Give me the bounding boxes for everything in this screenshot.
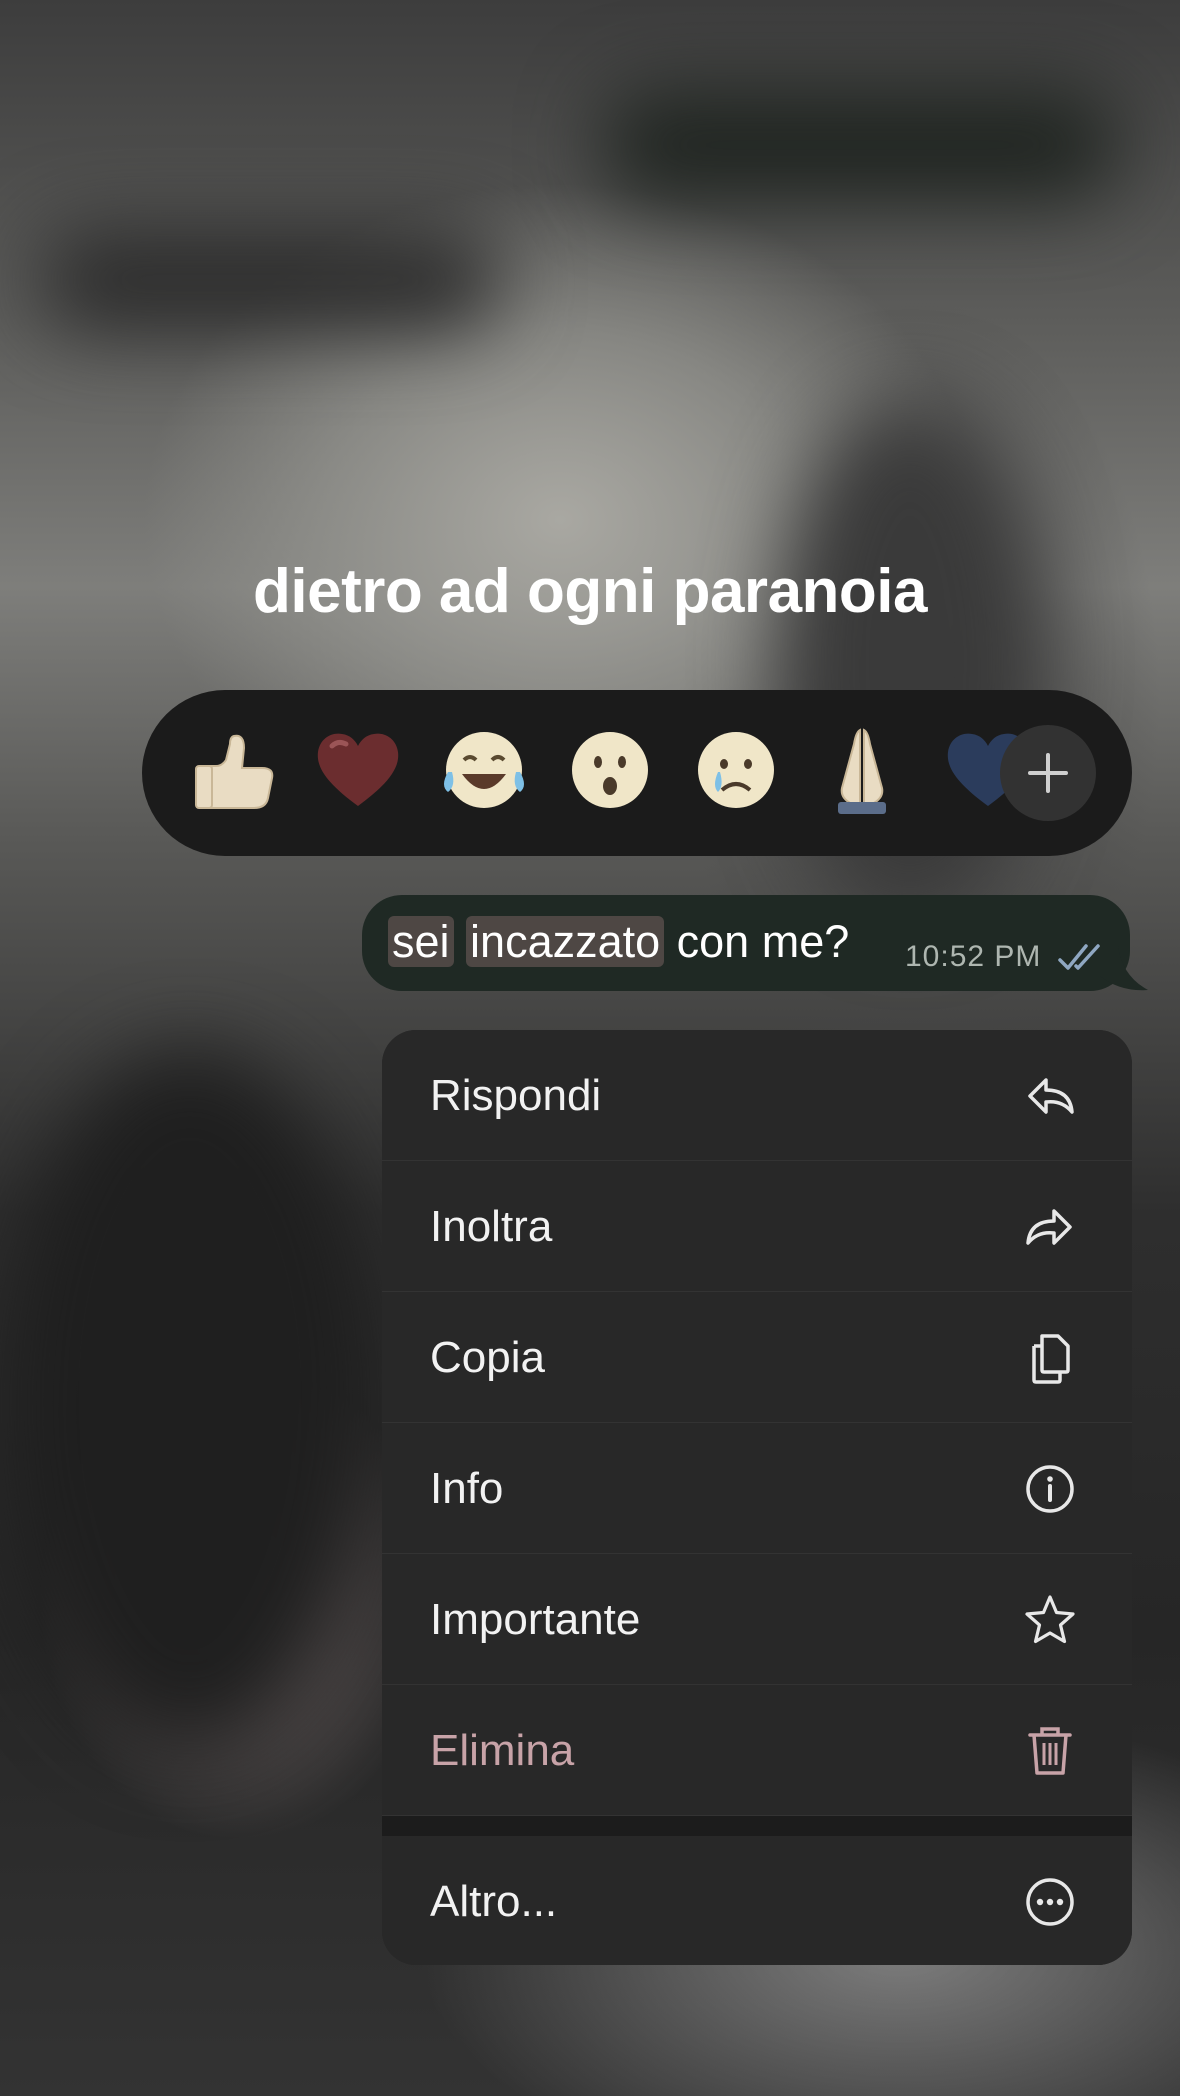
message-rest: con me? [664, 916, 850, 967]
menu-item-more[interactable]: Altro... [382, 1836, 1132, 1965]
highlighted-word: sei [388, 916, 454, 967]
thumbs-up-icon[interactable] [182, 720, 282, 820]
message-text: sei incazzato con me? [388, 912, 849, 972]
context-menu: Rispondi Inoltra Copia Info Importante E… [382, 1030, 1132, 1965]
menu-separator [382, 1816, 1132, 1836]
menu-item-delete[interactable]: Elimina [382, 1685, 1132, 1816]
folded-hands-icon[interactable] [812, 720, 912, 820]
highlighted-word: incazzato [466, 916, 665, 967]
reply-icon [1028, 1078, 1074, 1114]
menu-item-forward[interactable]: Inoltra [382, 1161, 1132, 1292]
add-reaction-button[interactable] [1000, 725, 1096, 821]
menu-item-label: Inoltra [430, 1202, 553, 1251]
more-icon [1026, 1878, 1074, 1926]
plus-icon [1028, 753, 1068, 793]
menu-item-label: Elimina [430, 1726, 575, 1775]
forward-icon [1026, 1209, 1072, 1245]
menu-item-reply[interactable]: Rispondi [382, 1030, 1132, 1161]
copy-icon [1032, 1334, 1070, 1384]
star-icon [1025, 1595, 1075, 1644]
menu-item-label: Info [430, 1464, 504, 1513]
menu-item-label: Importante [430, 1595, 641, 1644]
reaction-bar [142, 690, 1132, 856]
menu-item-label: Rispondi [430, 1071, 602, 1120]
caption-text: dietro ad ogni paranoia [252, 557, 928, 626]
menu-item-star[interactable]: Importante [382, 1554, 1132, 1685]
message-timestamp: 10:52 PM [905, 940, 1042, 973]
trash-icon [1028, 1727, 1072, 1775]
heart-icon[interactable] [308, 720, 408, 820]
menu-item-label: Altro... [430, 1877, 558, 1926]
menu-item-info[interactable]: Info [382, 1423, 1132, 1554]
crying-face-icon[interactable] [686, 720, 786, 820]
info-icon [1026, 1465, 1074, 1513]
menu-item-copy[interactable]: Copia [382, 1292, 1132, 1423]
menu-item-label: Copia [430, 1333, 545, 1382]
tears-of-joy-icon[interactable] [434, 720, 534, 820]
bubble-tail [1100, 946, 1148, 991]
surprised-face-icon[interactable] [560, 720, 660, 820]
double-check-icon [1058, 944, 1100, 970]
